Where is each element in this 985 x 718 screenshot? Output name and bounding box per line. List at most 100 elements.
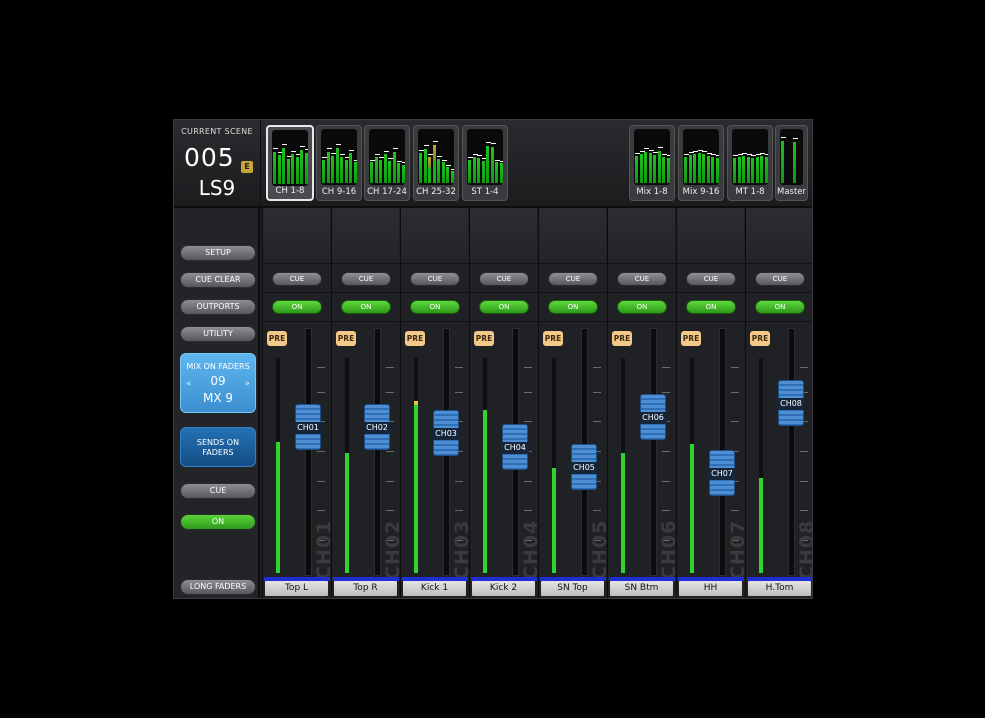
channel-on-button[interactable]: ON: [617, 300, 667, 314]
channel-on-button[interactable]: ON: [341, 300, 391, 314]
fader-scale-tick: [317, 451, 325, 452]
bank-ch-17-24[interactable]: CH 17-24: [364, 125, 410, 201]
divider: [401, 292, 468, 293]
scene-number: 005: [184, 143, 235, 172]
channel-cue-button[interactable]: CUE: [617, 272, 667, 286]
channel-on-button[interactable]: ON: [686, 300, 736, 314]
channel-fader-knob[interactable]: CH05: [570, 444, 598, 490]
channel-pre-button[interactable]: PRE: [474, 331, 494, 346]
channel-header-area: [608, 208, 675, 264]
mix-on-faders-button[interactable]: MIX ON FADERS « 09 » MX 9: [180, 353, 256, 413]
channel-meter-fill: [759, 478, 763, 573]
bank-peak-marker: [300, 146, 305, 147]
bank-st-1-4[interactable]: ST 1-4: [462, 125, 508, 201]
channel-cue-button[interactable]: CUE: [686, 272, 736, 286]
bank-meter-bar: [349, 153, 352, 183]
channel-cue-button[interactable]: CUE: [548, 272, 598, 286]
bank-peak-marker: [688, 152, 694, 153]
channel-on-button[interactable]: ON: [479, 300, 529, 314]
channel-name[interactable]: SN Top: [541, 581, 604, 596]
bank-meter-bar: [737, 157, 741, 183]
bank-meter-bar: [437, 159, 440, 183]
bank-meter-display: [272, 130, 308, 186]
mix-cue-button[interactable]: CUE: [180, 483, 256, 499]
channel-pre-button[interactable]: PRE: [612, 331, 632, 346]
channel-fader-knob[interactable]: CH06: [639, 394, 667, 440]
bank-ch-9-16[interactable]: CH 9-16: [316, 125, 362, 201]
fader-scale-tick: [524, 392, 532, 393]
bank-meter-bar: [388, 161, 391, 183]
mix-on-faders-title: MIX ON FADERS: [186, 362, 250, 371]
channel-pre-button[interactable]: PRE: [336, 331, 356, 346]
channel-on-button[interactable]: ON: [410, 300, 460, 314]
channel-level-meter: [414, 358, 418, 573]
bank-peak-marker: [693, 151, 698, 152]
channel-cue-button[interactable]: CUE: [410, 272, 460, 286]
bank-meter-bar: [697, 153, 701, 183]
bank-meter-display: [683, 129, 719, 185]
bank-meter-bar: [441, 162, 445, 183]
bank-ch-1-8[interactable]: CH 1-8: [266, 125, 314, 201]
channel-pre-button[interactable]: PRE: [543, 331, 563, 346]
channel-name[interactable]: HH: [679, 581, 742, 596]
bank-master[interactable]: Master: [775, 125, 808, 201]
channel-cue-button[interactable]: CUE: [341, 272, 391, 286]
fader-scale-tick: [317, 367, 325, 368]
long-faders-button[interactable]: LONG FADERS: [180, 579, 256, 595]
bank-mix-9-16[interactable]: Mix 9-16: [678, 125, 724, 201]
channel-pre-button[interactable]: PRE: [750, 331, 770, 346]
bank-meter-bar: [340, 157, 343, 183]
channel-fader-knob[interactable]: CH02: [363, 404, 391, 450]
utility-button[interactable]: UTILITY: [180, 326, 256, 342]
channel-fader-knob[interactable]: CH08: [777, 380, 805, 426]
channel-on-button[interactable]: ON: [755, 300, 805, 314]
channel-fader-knob[interactable]: CH04: [501, 424, 529, 470]
bank-meter-bar: [635, 156, 638, 183]
bank-peak-marker: [737, 154, 743, 155]
bank-mt-1-8[interactable]: MT 1-8: [727, 125, 773, 201]
channel-pre-button[interactable]: PRE: [405, 331, 425, 346]
bank-meter-bar: [760, 156, 763, 183]
bank-ch-25-32[interactable]: CH 25-32: [413, 125, 459, 201]
channel-cue-button[interactable]: CUE: [479, 272, 529, 286]
channel-cue-button[interactable]: CUE: [755, 272, 805, 286]
channel-name[interactable]: Top L: [265, 581, 328, 596]
channel-fader-knob[interactable]: CH03: [432, 410, 460, 456]
channel-header-area: [746, 208, 812, 264]
fader-scale-tick: [317, 481, 325, 482]
fader-scale-tick: [524, 367, 532, 368]
divider: [470, 292, 537, 293]
bank-peak-marker: [477, 155, 482, 156]
fader-scale-tick: [731, 367, 739, 368]
sends-on-faders-button[interactable]: SENDS ON FADERS: [180, 427, 256, 467]
channel-name[interactable]: Kick 1: [403, 581, 466, 596]
divider: [332, 263, 399, 264]
channel-cue-button[interactable]: CUE: [272, 272, 322, 286]
bank-mix-1-8[interactable]: Mix 1-8: [629, 125, 675, 201]
current-scene-panel[interactable]: CURRENT SCENE 005 E LS9: [174, 120, 261, 206]
channel-name[interactable]: Top R: [334, 581, 397, 596]
bank-meter-bar: [764, 157, 768, 183]
mix-on-button[interactable]: ON: [180, 514, 256, 530]
channel-name[interactable]: SN Btm: [610, 581, 673, 596]
mix-next-arrow[interactable]: »: [244, 379, 250, 389]
outports-button[interactable]: OUTPORTS: [180, 299, 256, 315]
channel-fader-knob[interactable]: CH01: [294, 404, 322, 450]
bank-meter-bar: [401, 165, 405, 183]
cue-clear-button[interactable]: CUE CLEAR: [180, 272, 256, 288]
mix-prev-arrow[interactable]: «: [186, 379, 192, 389]
current-scene-label: CURRENT SCENE: [181, 127, 253, 136]
channel-pre-button[interactable]: PRE: [267, 331, 287, 346]
setup-button[interactable]: SETUP: [180, 245, 256, 261]
bank-meter-bar: [481, 161, 485, 183]
channel-on-button[interactable]: ON: [548, 300, 598, 314]
channel-on-button[interactable]: ON: [272, 300, 322, 314]
divider: [539, 292, 606, 293]
channel-name[interactable]: Kick 2: [472, 581, 535, 596]
divider: [539, 263, 606, 264]
bank-meter-bar: [428, 157, 431, 183]
channel-name[interactable]: H.Tom: [748, 581, 811, 596]
divider: [263, 263, 330, 264]
channel-fader-knob[interactable]: CH07: [708, 450, 736, 496]
channel-pre-button[interactable]: PRE: [681, 331, 701, 346]
